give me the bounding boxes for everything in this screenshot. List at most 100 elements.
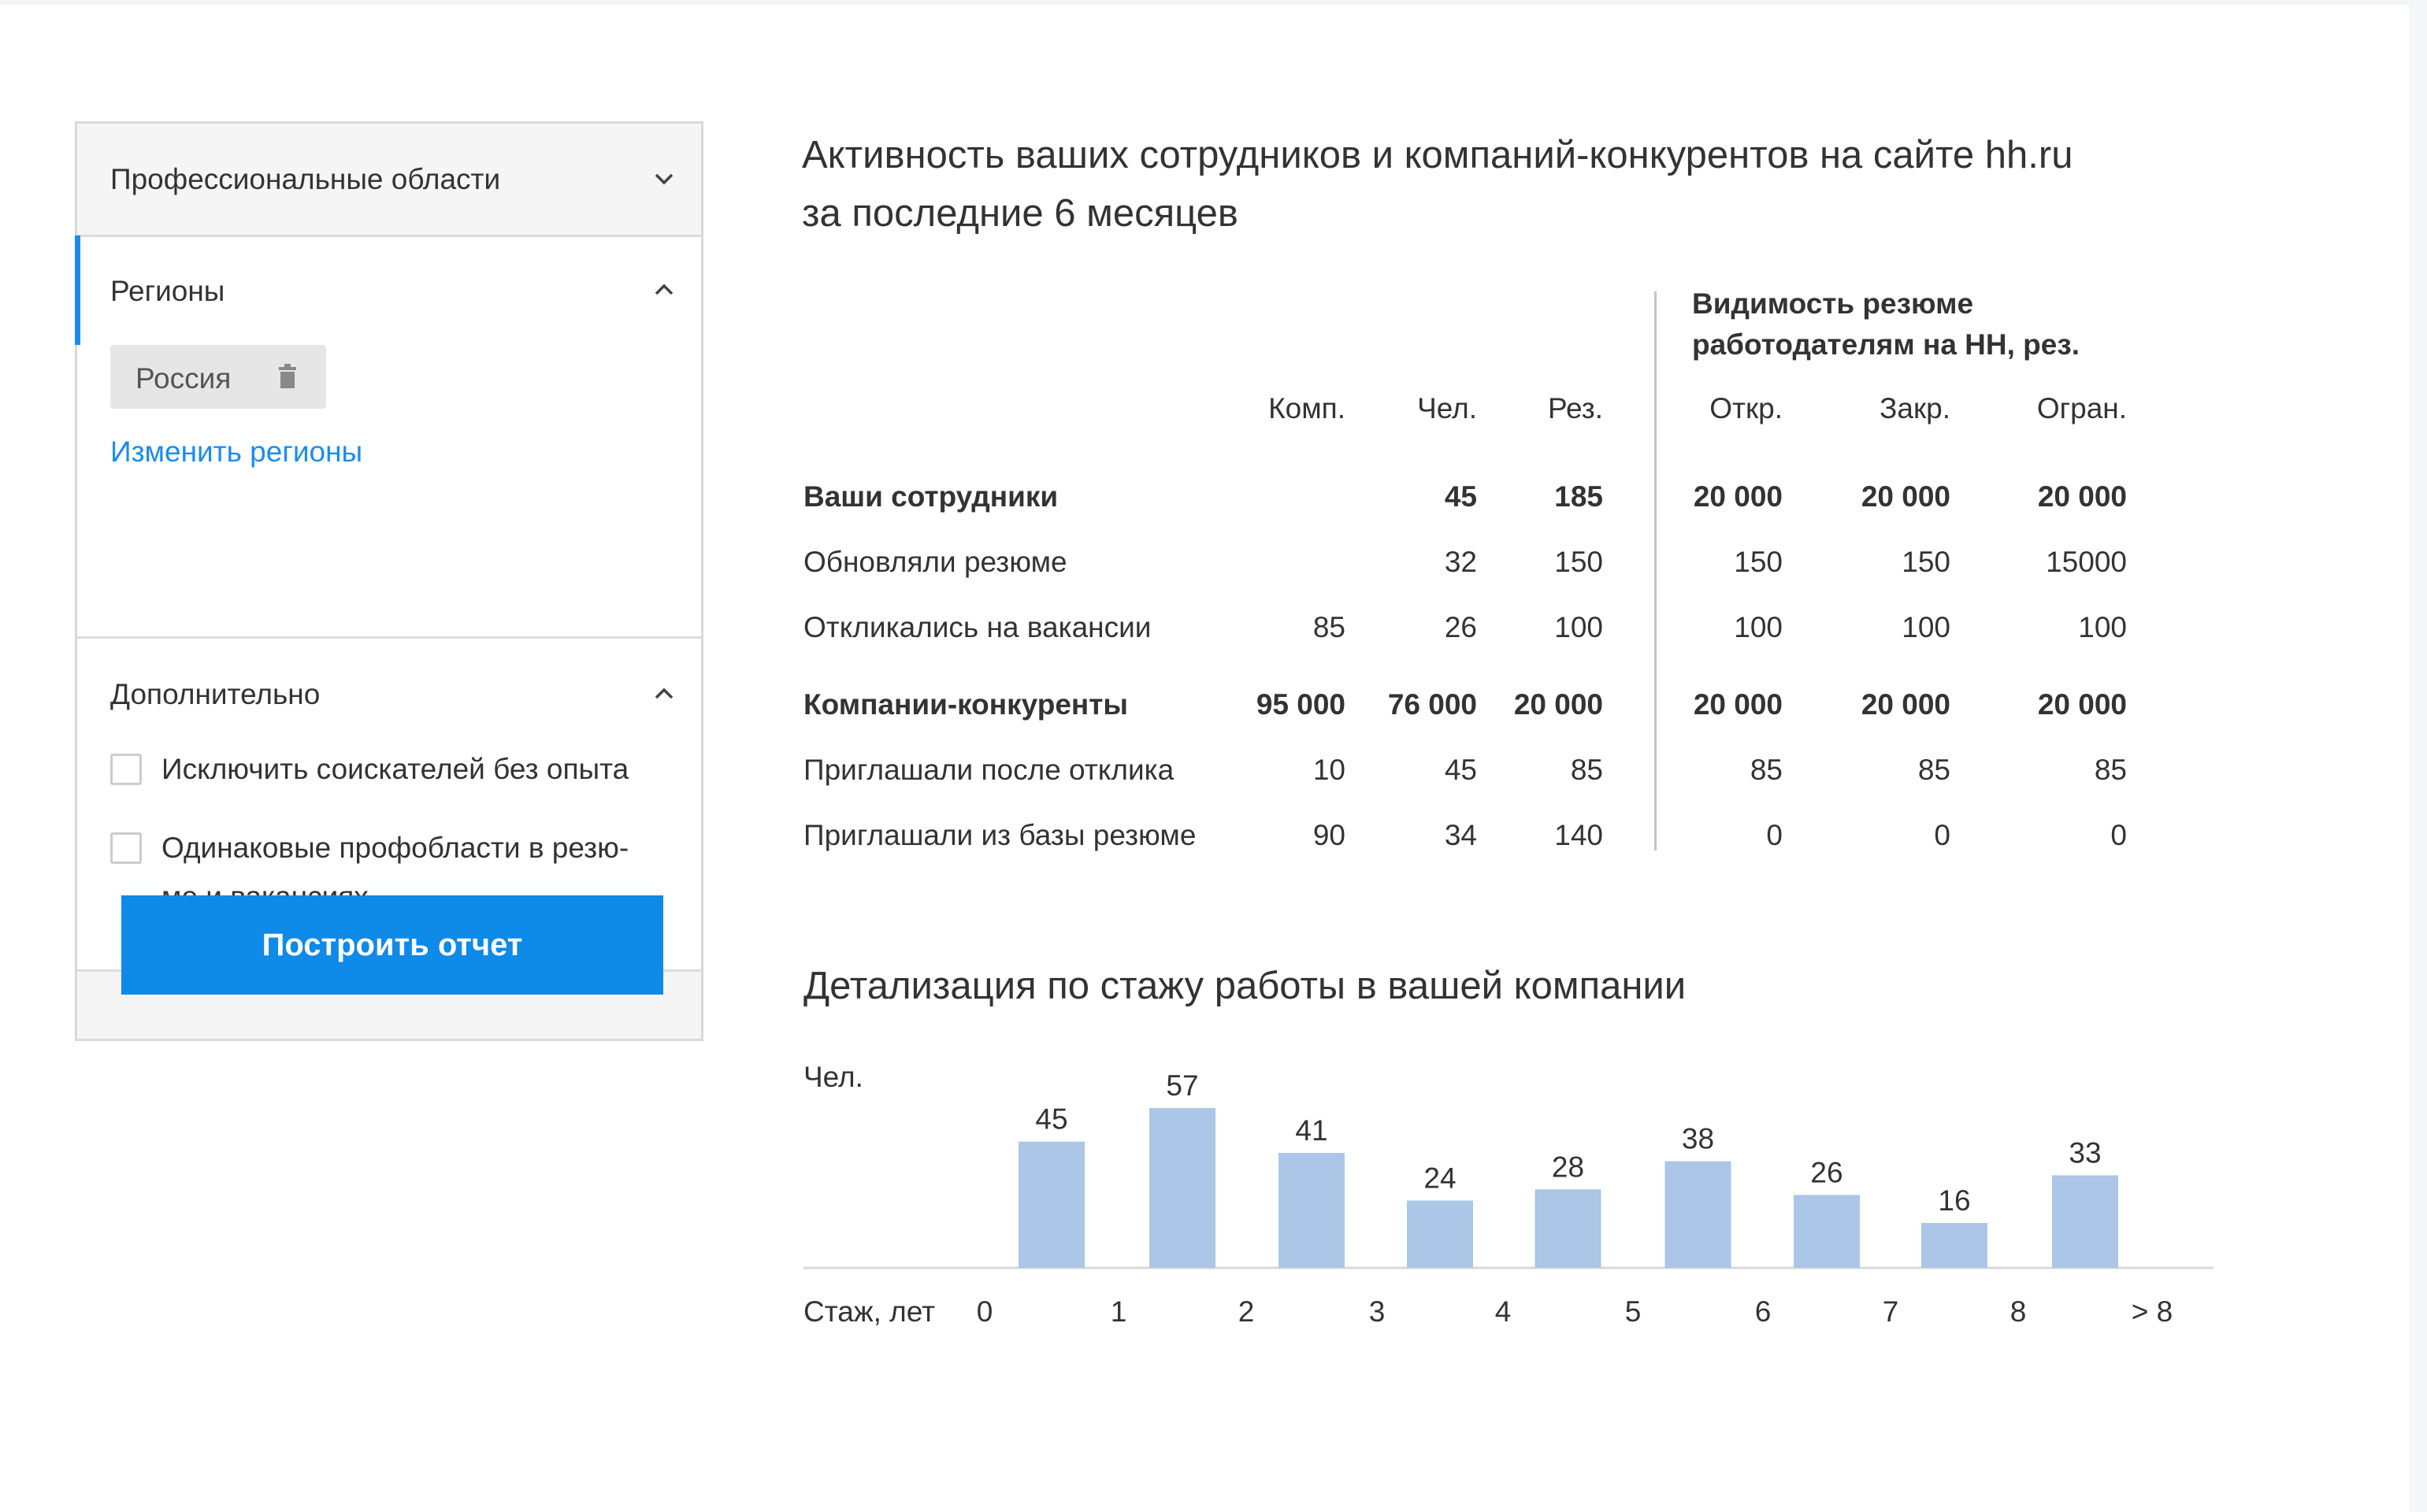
bar-value-label: 41 [1295,1114,1327,1147]
exclude-no-experience-label: Исключить соискателей без опыта [161,753,629,785]
row-label: Откликались на вакансии [803,611,1152,643]
exclude-no-experience-checkbox[interactable] [110,754,142,785]
x-tick-label: 6 [1755,1295,1772,1328]
table-cell: 100 [1554,611,1603,643]
table-cell: 10 [1312,754,1345,786]
additional-title: Дополнительно [110,678,321,710]
regions-title: Регионы [110,275,225,307]
table-cell: 85 [2094,754,2127,786]
table-cell: 20 000 [1513,688,1603,721]
table-cell: 85 [1917,754,1950,786]
bar-value-label: 38 [1682,1123,1714,1155]
table-cell: 100 [2078,611,2127,643]
bar [1149,1108,1215,1268]
column-header: Откр. [1709,392,1783,424]
experience-bar-chart: Чел.Стаж, лет 0 1 2 3 4 5 6 7 8 > 845574124 2838261… [803,1061,2214,1328]
visibility-header-line2: работодателям на НН, рез. [1692,328,2080,361]
right-scroll-gutter [2409,0,2427,1512]
table-cell: 0 [1934,819,1950,851]
column-header: Рез. [1547,392,1603,424]
x-tick-label: 8 [2010,1295,2027,1328]
table-cell: 85 [1750,754,1783,786]
table-cell: 0 [2110,819,2127,851]
table-cell: 185 [1554,480,1603,513]
prof-areas-header[interactable]: Профессиональные области [77,124,701,235]
additional-header[interactable]: Дополнительно [77,639,701,710]
table-cell: 85 [1570,754,1603,786]
filter-sidebar: Профессиональные области Регионы Россия … [75,121,703,1041]
report-title-line2: за последние 6 месяцев [802,192,1238,235]
detail-title: Детализация по стажу работы в вашей комп… [803,965,1687,1007]
table-cell: 95 000 [1256,688,1345,721]
table-cell: 20 000 [1693,480,1783,513]
top-border [0,0,2427,5]
table-cell: 76 000 [1387,688,1477,721]
bar [1664,1161,1731,1268]
table-cell: 20 000 [1861,480,1950,513]
table-cell: 150 [1902,546,1950,578]
table-cell: 32 [1444,546,1477,578]
bar [1535,1189,1601,1268]
x-tick-label: 7 [1883,1295,1899,1328]
column-header: Комп. [1268,392,1345,424]
bar [1921,1223,1987,1268]
table-cell: 100 [1734,611,1783,643]
row-label: Приглашали из базы резюме [803,819,1197,851]
bar [1794,1195,1860,1268]
table-cell: 150 [1734,546,1783,578]
trash-icon[interactable] [277,364,298,389]
column-header: Закр. [1880,392,1950,424]
table-cell: 20 000 [2037,688,2127,721]
report-title-line1: Активность ваших сотрудников и компаний-… [802,134,2073,176]
visibility-header: Видимость резюме работодателям на НН, ре… [1692,284,2080,365]
table-cell: 20 000 [1861,688,1950,721]
row-label: Обновляли резюме [803,546,1067,578]
prof-areas-title: Профессиональные области [110,163,501,195]
x-tick-label: 1 [1111,1295,1127,1328]
bar-value-label: 28 [1552,1151,1584,1183]
report-title: Активность ваших сотрудников и компаний-… [802,126,2220,243]
regions-header[interactable]: Регионы [77,237,701,339]
x-tick-label: 0 [977,1295,993,1328]
table-cell: 0 [1766,819,1783,851]
table-cell: 26 [1444,611,1477,643]
x-tick-label: 4 [1495,1295,1512,1328]
bar-value-label: 57 [1166,1069,1198,1102]
row-label: Приглашали после отклика [803,754,1175,786]
bar [2052,1175,2118,1268]
row-label: Компании-конкуренты [803,688,1128,721]
chevron-up-icon [655,284,674,295]
bar-value-label: 24 [1423,1162,1456,1195]
bar-value-label: 26 [1810,1156,1843,1188]
build-report-button[interactable]: Построить отчет [121,895,663,995]
table-cell: 20 000 [1693,688,1783,721]
bar-value-label: 45 [1035,1103,1067,1136]
table-cell: 90 [1312,819,1345,851]
bar [1019,1141,1085,1268]
table-cell: 45 [1444,754,1477,786]
table-cell: 140 [1554,819,1603,851]
chevron-down-icon [655,173,674,185]
table-cell: 20 000 [2037,480,2127,513]
table-vertical-divider [1654,291,1657,850]
column-header: Чел. [1417,392,1477,424]
same-prof-areas-checkbox[interactable] [110,832,142,864]
x-tick-label: 3 [1369,1295,1386,1328]
region-chip-label: Россия [135,362,232,395]
column-header: Огран. [2036,392,2127,424]
table-cell: 85 [1312,611,1345,643]
table-cell: 45 [1444,480,1477,513]
table-cell: 15000 [2046,546,2127,578]
bar-value-label: 16 [1938,1184,1970,1217]
table-cell: 150 [1554,546,1603,578]
x-axis-label: Стаж, лет [803,1295,935,1328]
x-tick-label: 5 [1625,1295,1642,1328]
change-regions-link[interactable]: Изменить регионы [110,435,362,469]
bar [1407,1200,1473,1268]
same-prof-areas-label-line1: Одинаковые профобласти в резю- [161,832,629,864]
chevron-up-icon [655,687,674,699]
visibility-header-line1: Видимость резюме [1692,287,1974,320]
bar [1278,1152,1345,1268]
bar-value-label: 33 [2069,1136,2101,1169]
region-chip: Россия [110,345,326,409]
